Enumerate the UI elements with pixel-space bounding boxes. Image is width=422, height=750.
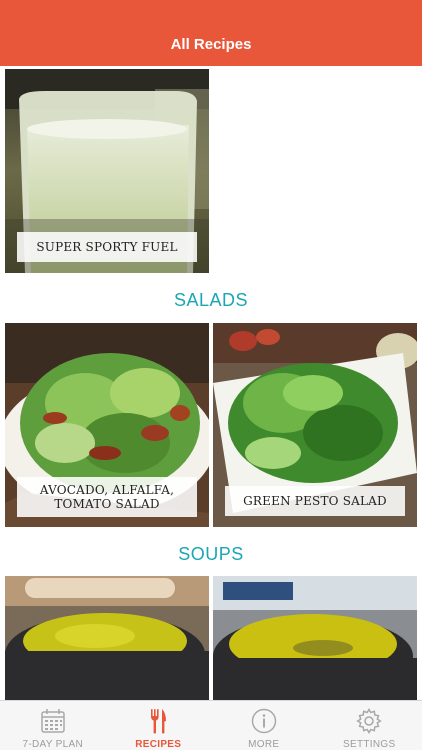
recipe-label: GREEN PESTO SALAD xyxy=(225,486,405,516)
tab-label: 7-DAY PLAN xyxy=(22,739,83,750)
recipe-card-soup-2[interactable] xyxy=(213,576,417,700)
gear-icon xyxy=(354,706,384,736)
navigation-bar: All Recipes xyxy=(0,0,422,66)
calendar-icon xyxy=(38,706,68,736)
recipe-card-green-pesto-salad[interactable]: GREEN PESTO SALAD xyxy=(213,323,417,527)
info-icon xyxy=(249,706,279,736)
section-title-salads: SALADS xyxy=(173,290,249,310)
tab-label: SETTINGS xyxy=(343,739,396,750)
recipe-label: SUPER SPORTY FUEL xyxy=(17,232,197,262)
tab-label: MORE xyxy=(248,739,280,750)
tab-label: RECIPES xyxy=(135,739,182,750)
tab-settings[interactable]: SETTINGS xyxy=(317,701,422,750)
tab-7-day-plan[interactable]: 7-DAY PLAN xyxy=(0,701,106,750)
tab-recipes[interactable]: RECIPES xyxy=(106,701,212,750)
tab-more[interactable]: MORE xyxy=(211,701,317,750)
fork-knife-icon xyxy=(143,706,173,736)
section-title-soups: SOUPS xyxy=(178,544,244,564)
tab-bar: 7-DAY PLAN RECIPES MORE SETTINGS xyxy=(0,700,422,750)
recipe-photo xyxy=(213,576,417,700)
recipe-label: AVOCADO, ALFALFA, TOMATO SALAD xyxy=(17,477,197,517)
recipe-list[interactable]: SUPER SPORTY FUEL SALADS AVOCADO, ALFALF… xyxy=(0,66,422,700)
recipe-photo xyxy=(5,576,209,700)
recipe-card-avocado-alfalfa-tomato-salad[interactable]: AVOCADO, ALFALFA, TOMATO SALAD xyxy=(5,323,209,527)
recipe-card-soup-1[interactable] xyxy=(5,576,209,700)
recipe-card-super-sporty-fuel[interactable]: SUPER SPORTY FUEL xyxy=(5,69,209,273)
page-title: All Recipes xyxy=(170,36,252,53)
